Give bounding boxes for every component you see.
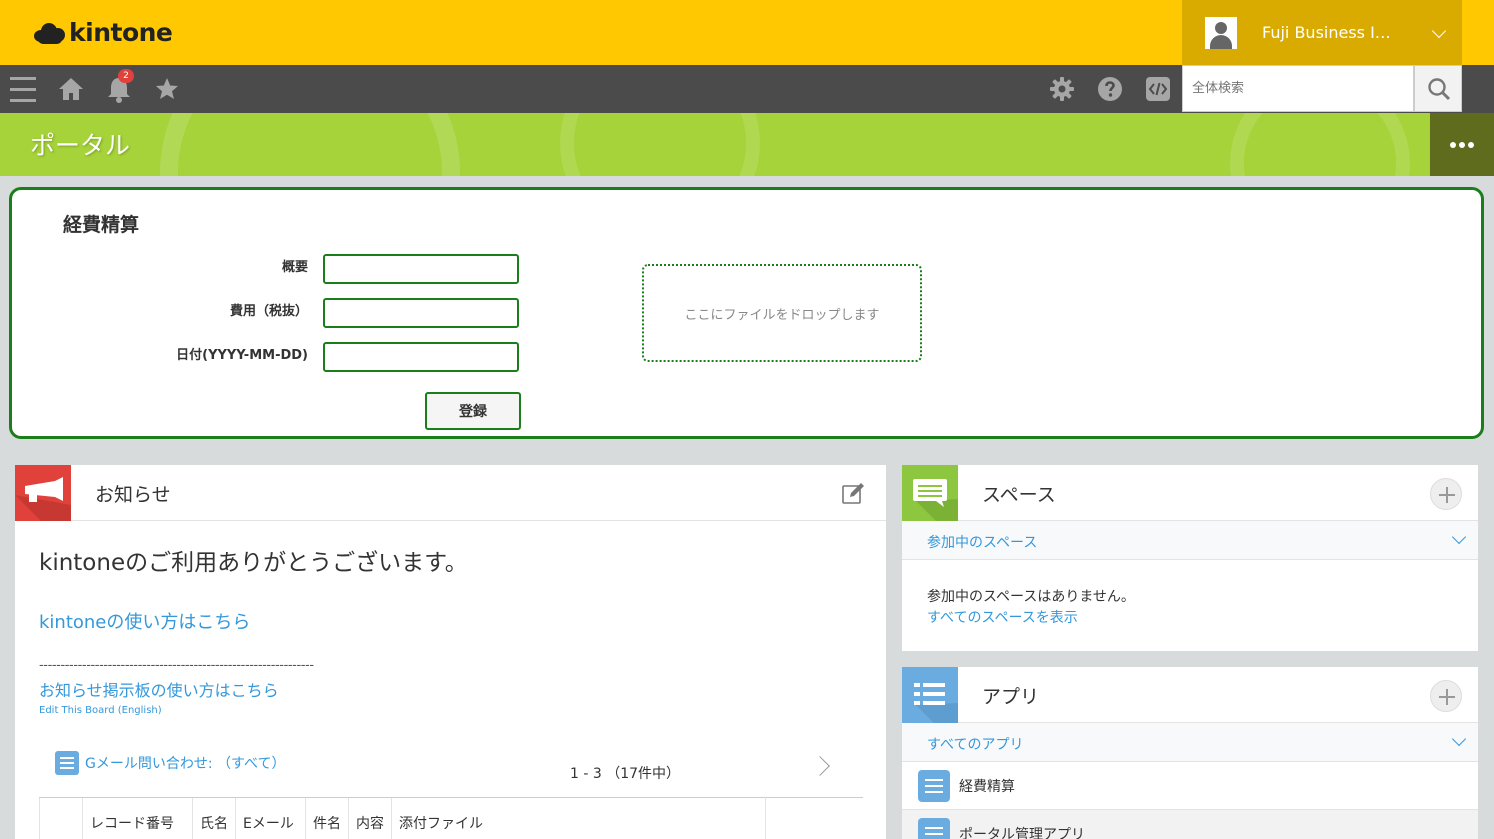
cloud-logo-icon xyxy=(34,22,66,44)
notification-badge: 2 xyxy=(118,69,134,83)
view-name: Gメール問い合わせ: （すべて） xyxy=(85,756,286,772)
view-selector[interactable]: Gメール問い合わせ: （すべて） xyxy=(55,751,285,775)
user-name: Fuji Business I… xyxy=(1262,23,1391,42)
space-title: スペース xyxy=(982,484,1056,506)
notice-title: お知らせ xyxy=(95,484,171,506)
records-table: レコード番号 氏名 Eメール 件名 内容 添付ファイル xyxy=(39,797,863,839)
menu-icon[interactable] xyxy=(10,77,36,103)
column-header[interactable]: 件名 xyxy=(305,797,349,839)
search-icon xyxy=(1428,78,1451,101)
notice-heading: kintoneのご利用ありがとうございます。 xyxy=(39,550,468,576)
howto-link[interactable]: kintoneの使い方はこちら xyxy=(39,608,250,634)
column-header[interactable]: レコード番号 xyxy=(82,797,193,839)
notice-header: お知らせ xyxy=(15,465,886,521)
column-header xyxy=(765,797,863,839)
board-howto-link[interactable]: お知らせ掲示板の使い方はこちら xyxy=(39,677,279,701)
edit-icon[interactable] xyxy=(841,482,865,506)
code-icon[interactable] xyxy=(1145,76,1171,102)
app-icon xyxy=(918,769,950,802)
field-label-date: 日付(YYYY-MM-DD) xyxy=(176,348,308,363)
edit-board-link[interactable]: Edit This Board (English) xyxy=(39,705,162,716)
kintone-logo[interactable]: kintone xyxy=(34,18,173,47)
notice-panel: お知らせ kintoneのご利用ありがとうございます。 kintoneの使い方は… xyxy=(15,465,886,839)
app-item-expense[interactable]: 経費精算 xyxy=(902,762,1478,810)
space-filter-label: 参加中のスペース xyxy=(927,535,1038,551)
search-button[interactable] xyxy=(1414,65,1462,112)
gear-icon[interactable] xyxy=(1048,75,1076,103)
chat-bubble-icon xyxy=(902,465,958,521)
date-input[interactable] xyxy=(323,342,519,372)
app-list-icon xyxy=(902,667,958,723)
user-menu[interactable]: Fuji Business I… xyxy=(1182,0,1462,65)
app-item-label: ポータル管理アプリ xyxy=(959,826,1085,839)
column-header xyxy=(39,797,83,839)
home-icon[interactable] xyxy=(57,75,85,103)
logo-text: kintone xyxy=(69,18,173,47)
global-search xyxy=(1182,65,1414,112)
app-item-label: 経費精算 xyxy=(959,778,1015,795)
pager-count: 1 - 3 （17件中） xyxy=(570,766,681,782)
drop-zone-text: ここにファイルをドロップします xyxy=(684,307,880,323)
form-title: 経費精算 xyxy=(63,214,140,236)
user-avatar-icon xyxy=(1205,16,1237,49)
space-filter[interactable]: 参加中のスペース xyxy=(902,521,1478,560)
search-input[interactable] xyxy=(1183,66,1413,111)
cost-input[interactable] xyxy=(323,298,519,328)
column-header[interactable]: 氏名 xyxy=(192,797,236,839)
field-label-cost: 費用（税抜） xyxy=(229,304,308,319)
top-header: kintone Fuji Business I… xyxy=(0,0,1494,65)
app-filter-label: すべてのアプリ xyxy=(927,737,1024,753)
column-header[interactable]: 添付ファイル xyxy=(391,797,766,839)
app-header: アプリ xyxy=(902,667,1478,723)
summary-input[interactable] xyxy=(323,254,519,284)
space-panel: スペース 参加中のスペース 参加中のスペースはありません。 すべてのスペースを表… xyxy=(902,465,1478,651)
chevron-down-icon xyxy=(1451,731,1467,747)
add-app-button[interactable] xyxy=(1430,680,1462,712)
show-all-spaces-link[interactable]: すべてのスペースを表示 xyxy=(927,607,1078,627)
megaphone-icon xyxy=(15,465,71,521)
more-options-button[interactable] xyxy=(1430,113,1494,176)
field-label-summary: 概要 xyxy=(281,260,308,275)
column-header[interactable]: 内容 xyxy=(348,797,392,839)
expense-form-panel: 経費精算 概要 費用（税抜） 日付(YYYY-MM-DD) ここにファイルをドロ… xyxy=(9,187,1484,439)
app-filter[interactable]: すべてのアプリ xyxy=(902,723,1478,762)
chevron-down-icon xyxy=(1451,529,1467,545)
file-drop-zone[interactable]: ここにファイルをドロップします xyxy=(642,264,922,362)
chevron-down-icon xyxy=(1431,23,1447,39)
space-empty-text: 参加中のスペースはありません。 xyxy=(927,589,1135,605)
space-header: スペース xyxy=(902,465,1478,521)
app-item-portal-admin[interactable]: ポータル管理アプリ xyxy=(902,810,1478,839)
notice-body: kintoneのご利用ありがとうございます。 xyxy=(39,543,468,577)
submit-button[interactable]: 登録 xyxy=(425,392,521,430)
list-view-icon xyxy=(55,751,79,775)
column-header[interactable]: Eメール xyxy=(235,797,306,839)
help-icon[interactable] xyxy=(1096,75,1124,103)
page-title: ポータル xyxy=(30,131,131,160)
table-header-row: レコード番号 氏名 Eメール 件名 内容 添付ファイル xyxy=(39,797,863,839)
next-page-icon[interactable] xyxy=(810,756,830,776)
app-panel: アプリ すべてのアプリ 経費精算 ポータル管理アプリ xyxy=(902,667,1478,839)
portal-header: ポータル xyxy=(0,113,1494,176)
app-title: アプリ xyxy=(982,686,1040,708)
add-space-button[interactable] xyxy=(1430,478,1462,510)
star-icon[interactable] xyxy=(153,75,181,103)
separator-line: ----------------------------------------… xyxy=(39,658,314,673)
app-icon xyxy=(918,817,950,839)
